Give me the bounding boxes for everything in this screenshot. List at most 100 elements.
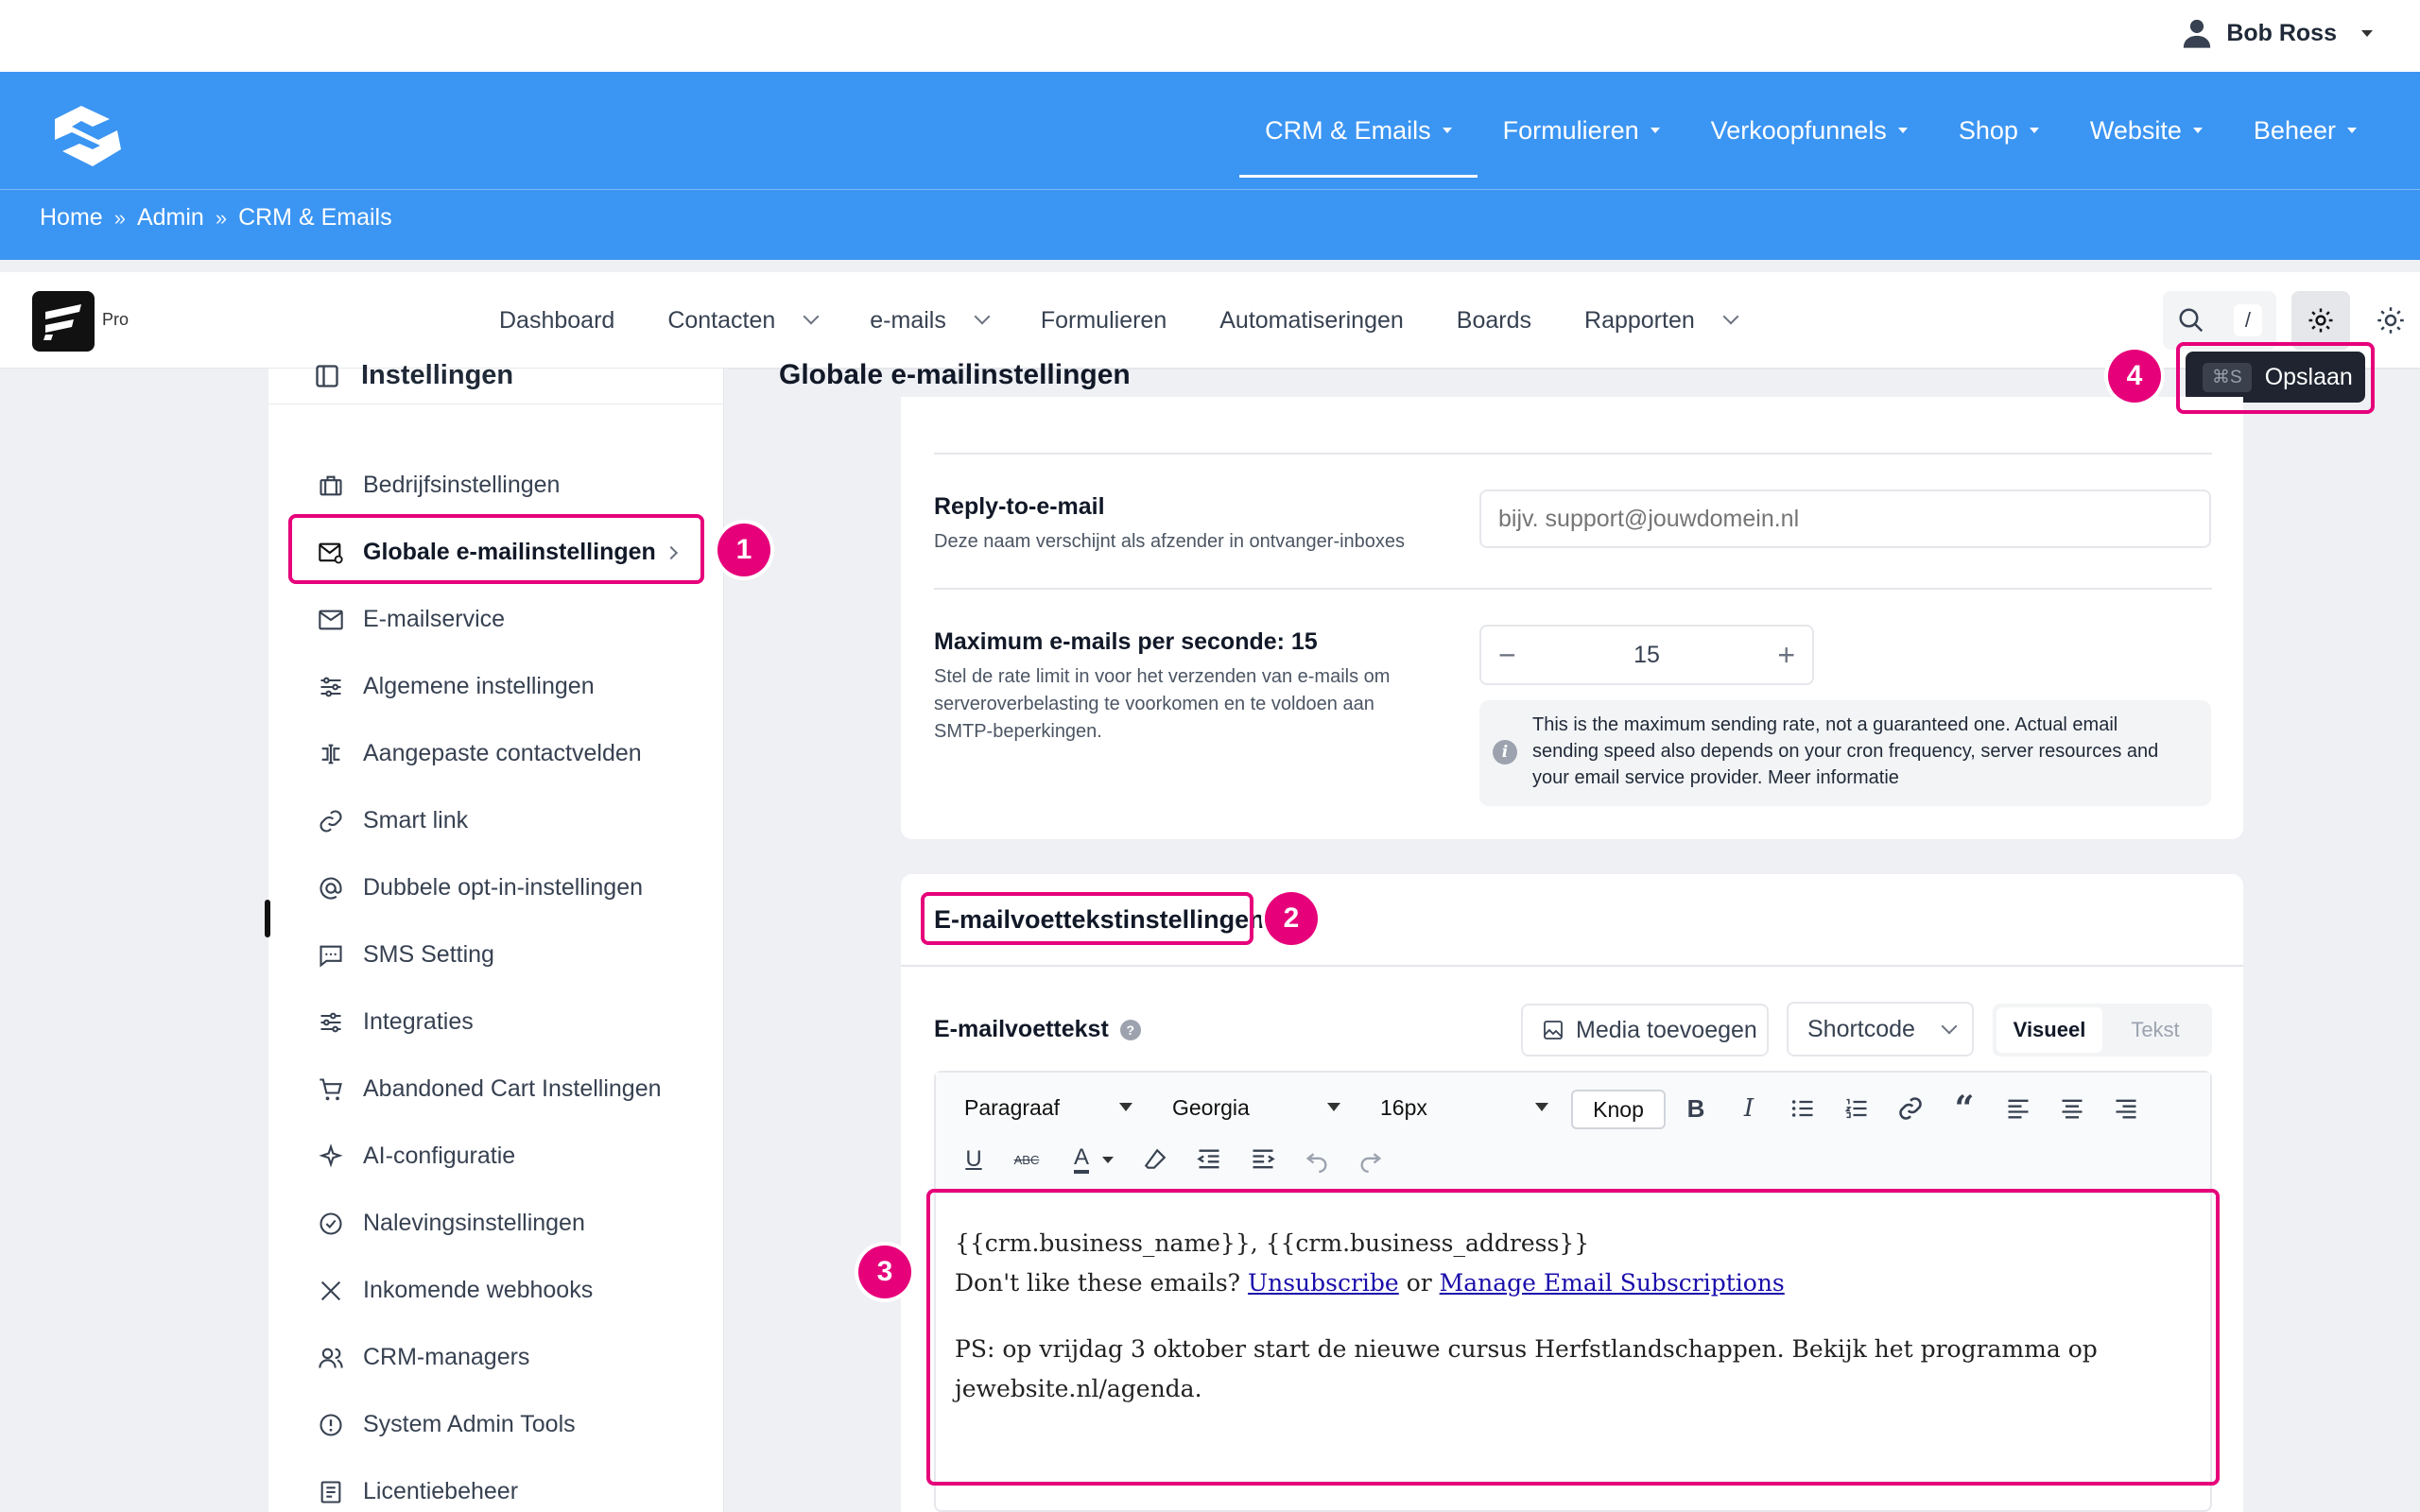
bullet-list-icon[interactable] [1784,1090,1822,1127]
sidebar-item-dubbele-optin[interactable]: Dubbele opt-in-instellingen [268,854,723,921]
undo-icon[interactable] [1298,1141,1336,1178]
increment-button[interactable]: + [1777,638,1795,673]
sidebar-item-nalevingsinstellingen[interactable]: Nalevingsinstellingen [268,1190,723,1257]
divider [934,588,2212,590]
sidebar-item-algemene-instellingen[interactable]: Algemene instellingen [268,653,723,720]
settings-button[interactable] [2291,291,2350,350]
rate-limit-info: i This is the maximum sending rate, not … [1479,700,2211,806]
add-media-button[interactable]: Media toevoegen [1521,1004,1769,1057]
strikethrough-icon[interactable]: ABC [1008,1141,1046,1178]
tab-tekst[interactable]: Tekst [2102,1007,2208,1053]
cart-icon [320,1077,342,1100]
main-nav-beheer[interactable]: Beheer [2228,72,2382,189]
redo-icon[interactable] [1352,1141,1390,1178]
sidebar-item-inkomende-webhooks[interactable]: Inkomende webhooks [268,1257,723,1324]
italic-icon[interactable]: I [1730,1090,1768,1127]
caret-down-icon [2029,128,2039,133]
chevron-down-icon [803,308,820,325]
sidebar-item-integraties[interactable]: Integraties [268,988,723,1056]
sidebar-item-crm-managers[interactable]: CRM-managers [268,1324,723,1391]
app-nav-automatiseringen[interactable]: Automatiseringen [1193,307,1430,335]
app-nav-emails[interactable]: e-mails [843,307,1014,335]
app-nav-rapporten[interactable]: Rapporten [1558,307,1763,335]
main-nav-formulieren[interactable]: Formulieren [1478,72,1685,189]
caret-down-icon [2192,128,2203,133]
plan-badge: Pro [102,310,130,329]
align-left-icon[interactable] [1999,1090,2037,1127]
sidebar-title: Instellingen [361,360,514,390]
theme-toggle[interactable] [2361,291,2420,350]
align-center-icon[interactable] [2053,1090,2091,1127]
max-emails-stepper: − 15 + [1479,625,1814,685]
bold-icon[interactable]: B [1677,1090,1715,1127]
main-nav-crm[interactable]: CRM & Emails [1239,72,1478,189]
tab-visueel[interactable]: Visueel [1996,1007,2102,1053]
search-button[interactable]: / [2163,291,2276,350]
indent-icon[interactable] [1244,1141,1282,1178]
sidebar-item-system-admin-tools[interactable]: System Admin Tools [268,1391,723,1458]
search-shortcut: / [2233,304,2263,336]
editor-mode-toggle: Visueel Tekst [1993,1004,2212,1057]
caret-down-icon [1535,1103,1548,1111]
sidebar-item-bedrijfsinstellingen[interactable]: Bedrijfsinstellingen [268,452,723,519]
sidebar-list: Bedrijfsinstellingen Globale e-mailinste… [268,452,723,1512]
main-nav-shop[interactable]: Shop [1933,72,2065,189]
format-select[interactable]: Paragraaf [947,1088,1146,1127]
user-name: Bob Ross [2226,19,2337,46]
annotation-badge-1: 1 [717,524,770,576]
main-nav-verkoopfunnels[interactable]: Verkoopfunnels [1685,72,1933,189]
chevron-down-icon [974,308,991,325]
check-circle-icon [320,1211,342,1235]
quote-icon[interactable]: “ [1945,1089,1983,1128]
size-select[interactable]: 16px [1363,1088,1562,1127]
panel-icon [316,364,338,387]
sliders-icon [320,1012,341,1032]
highlight-save-button [2176,342,2375,414]
app-nav-contacten[interactable]: Contacten [641,307,843,335]
divider [901,965,2243,967]
text-color-icon[interactable]: A [1061,1141,1127,1178]
chevron-down-icon [1722,308,1739,325]
link-icon [320,809,342,833]
highlight-section-title [921,892,1253,945]
caret-down-icon [1442,128,1452,133]
max-emails-value[interactable]: 15 [1634,642,1660,669]
page-title: Globale e-mailinstellingen [779,359,1131,390]
meer-informatie-link[interactable]: your email service provider. Meer inform… [1532,765,2194,791]
reply-to-input[interactable] [1479,490,2211,548]
insert-button-button[interactable]: Knop [1571,1090,1666,1129]
help-icon[interactable]: ? [1119,1019,1141,1040]
sidebar-item-licentiebeheer[interactable]: Licentiebeheer [268,1458,723,1512]
sidebar-item-emailservice[interactable]: E-mailservice [268,586,723,653]
sidebar-item-ai-configuratie[interactable]: AI-configuratie [268,1123,723,1190]
app-nav-boards[interactable]: Boards [1430,307,1558,335]
sidebar-item-sms-setting[interactable]: SMS Setting [268,921,723,988]
decrement-button[interactable]: − [1498,638,1516,673]
font-select[interactable]: Georgia [1155,1088,1354,1127]
chevron-down-icon [1941,1018,1958,1035]
sidebar-item-abandoned-cart[interactable]: Abandoned Cart Instellingen [268,1056,723,1123]
main-nav-website[interactable]: Website [2065,72,2228,189]
breadcrumb-home[interactable]: Home [40,204,103,232]
divider [934,453,2212,455]
align-right-icon[interactable] [2107,1090,2145,1127]
app-nav-formulieren[interactable]: Formulieren [1014,307,1193,335]
caret-down-icon [1119,1103,1132,1111]
breadcrumb-crm[interactable]: CRM & Emails [238,204,392,232]
link-icon[interactable] [1892,1090,1929,1127]
app-logo[interactable] [32,291,95,352]
reply-to-label: Reply-to-e-mail [934,493,1105,520]
numbered-list-icon[interactable] [1838,1090,1876,1127]
outdent-icon[interactable] [1190,1141,1228,1178]
underline-icon[interactable]: U [955,1141,993,1178]
app-nav-dashboard[interactable]: Dashboard [473,307,641,335]
brand-logo[interactable] [43,98,129,174]
sidebar-item-aangepaste-contactvelden[interactable]: Aangepaste contactvelden [268,720,723,787]
sidebar-header: Instellingen [268,348,723,404]
shortcode-dropdown[interactable]: Shortcode [1787,1002,1974,1057]
eraser-icon[interactable] [1136,1141,1174,1178]
sidebar-item-smart-link[interactable]: Smart link [268,787,723,854]
user-bar: Bob Ross [0,0,2420,72]
user-menu[interactable]: Bob Ross [2181,17,2373,49]
breadcrumb-admin[interactable]: Admin [137,204,204,232]
